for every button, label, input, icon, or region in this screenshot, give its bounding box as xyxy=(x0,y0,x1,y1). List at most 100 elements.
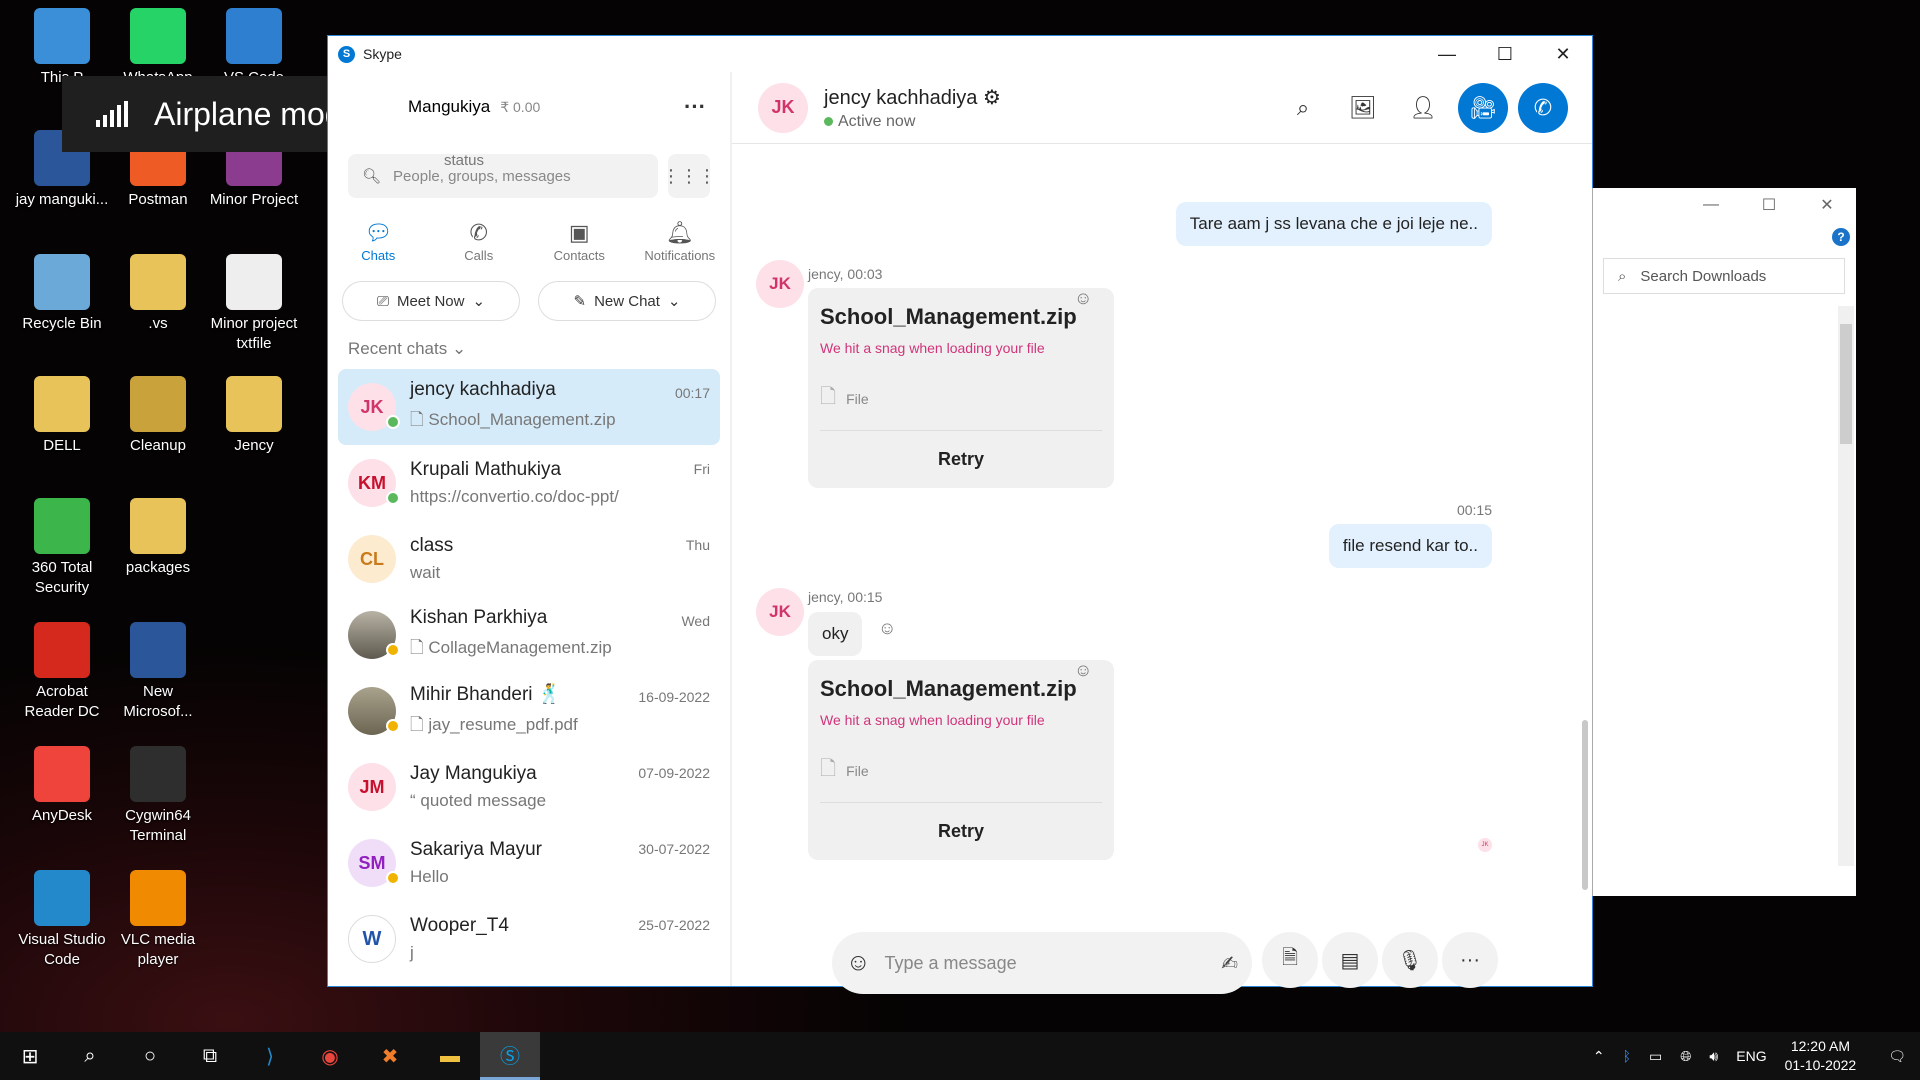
conversation-scrollbar[interactable] xyxy=(1582,720,1588,890)
meet-now-button[interactable]: ⎚ Meet Now ⌄ xyxy=(342,281,520,321)
word-doc-icon xyxy=(130,622,186,678)
profile-status[interactable]: status xyxy=(444,152,484,169)
profile-header[interactable]: Mangukiya ₹ 0.00 status ··· xyxy=(328,72,730,169)
desktop-icon[interactable]: packages xyxy=(110,498,206,578)
search-input[interactable]: 🔍︎ People, groups, messages xyxy=(348,154,658,198)
reaction-icon[interactable]: ☺ xyxy=(1074,660,1092,681)
chat-list-item[interactable]: JM Jay Mangukiya “ quoted message 07-09-202… xyxy=(338,749,720,825)
message-meta: jency, 00:03 xyxy=(808,266,883,282)
sender-avatar[interactable]: JK xyxy=(756,260,804,308)
notifications-icon[interactable]: 🗨︎ xyxy=(1888,1048,1906,1065)
file-explorer-taskbar-icon[interactable]: ▬ xyxy=(420,1032,480,1080)
tab-notifications[interactable]: 🔔︎ Notifications xyxy=(630,220,731,263)
video-call-button[interactable]: 🎥︎ xyxy=(1458,82,1508,133)
chrome-taskbar-icon[interactable]: ◉ xyxy=(300,1032,360,1080)
task-view-icon[interactable]: ⧉ xyxy=(180,1032,240,1080)
chevron-up-icon[interactable]: ⌃ xyxy=(1593,1048,1605,1065)
more-actions-button[interactable]: ··· xyxy=(1442,932,1498,988)
clock[interactable]: 12:20 AM 01-10-2022 xyxy=(1785,1037,1857,1075)
desktop-icon-label: Recycle Bin xyxy=(22,315,102,332)
language-indicator[interactable]: ENG xyxy=(1736,1048,1766,1064)
online-dot xyxy=(824,116,833,126)
desktop-icon[interactable]: DELL xyxy=(14,376,110,456)
desktop-icon[interactable]: New Microsof... xyxy=(110,622,206,722)
maximize-button[interactable]: ☐ xyxy=(1740,188,1798,222)
chat-list-item[interactable]: Mihir Bhanderi 🕺 🗋 jay_resume_pdf.pdf 16-0… xyxy=(338,673,720,749)
desktop-icon[interactable]: Acrobat Reader DC xyxy=(14,622,110,722)
desktop-icon[interactable]: .vs xyxy=(110,254,206,334)
incoming-message[interactable]: oky xyxy=(808,612,863,656)
emoji-icon[interactable]: ☺ xyxy=(846,949,871,977)
desktop-icon[interactable]: 360 Total Security xyxy=(14,498,110,598)
desktop-icon[interactable]: Minor project txtfile xyxy=(206,254,302,354)
reaction-icon[interactable]: ☺ xyxy=(1074,288,1092,309)
gear-icon[interactable]: ⚙ xyxy=(983,87,1001,109)
new-chat-button[interactable]: ✎ New Chat ⌄ xyxy=(538,281,716,321)
close-button[interactable]: ✕ xyxy=(1534,36,1592,72)
profile-credit[interactable]: ₹ 0.00 xyxy=(500,99,540,116)
gallery-icon[interactable]: 🖼︎ xyxy=(1338,83,1388,133)
add-people-icon[interactable]: 👤︎ xyxy=(1398,83,1448,133)
file-card[interactable]: School_Management.zip We hit a snag when… xyxy=(808,288,1114,488)
more-options-icon[interactable]: ··· xyxy=(684,94,706,120)
close-button[interactable]: ✕ xyxy=(1798,188,1856,222)
recent-chats-header[interactable]: Recent chats ⌄ xyxy=(328,321,730,369)
chat-list-item[interactable]: SM Sakariya Mayur Hello 30-07-2022 xyxy=(338,825,720,901)
reaction-icon[interactable]: ☺ xyxy=(878,618,896,639)
quote-icon: “ xyxy=(410,791,421,810)
file-icon: 🗋 xyxy=(410,637,429,657)
desktop-icon[interactable]: Cleanup xyxy=(110,376,206,456)
retry-button[interactable]: Retry xyxy=(820,821,1102,842)
desktop-icon-label: 360 Total Security xyxy=(31,559,93,596)
desktop-icon[interactable]: VLC media player xyxy=(110,870,206,970)
battery-icon[interactable]: ▭ xyxy=(1649,1048,1662,1065)
chat-list-item[interactable]: CL class wait Thu xyxy=(338,521,720,597)
outgoing-message[interactable]: file resend kar to.. xyxy=(1328,524,1492,568)
tab-chats[interactable]: 💬︎ Chats xyxy=(328,220,429,263)
network-globe-icon[interactable]: 🌐︎ xyxy=(1680,1048,1691,1065)
contact-card-button[interactable]: ▤ xyxy=(1322,932,1378,988)
sender-avatar[interactable]: JK xyxy=(756,588,804,636)
minimize-button[interactable]: — xyxy=(1682,188,1740,222)
retry-button[interactable]: Retry xyxy=(820,449,1102,470)
search-icon[interactable]: ⌕ xyxy=(60,1032,120,1080)
outgoing-message[interactable]: Tare aam j ss levana che e joi leje ne.. xyxy=(1175,202,1492,246)
desktop-icon-label: jay manguki... xyxy=(15,191,109,208)
desktop-icon[interactable]: Jency xyxy=(206,376,302,456)
xampp-taskbar-icon[interactable]: ✖ xyxy=(360,1032,420,1080)
composer-placeholder: Type a message xyxy=(884,952,1017,973)
cortana-icon[interactable]: ○ xyxy=(120,1032,180,1080)
broom-icon xyxy=(130,376,186,432)
minimize-button[interactable]: — xyxy=(1418,36,1476,72)
audio-call-button[interactable]: ✆ xyxy=(1518,82,1568,133)
microphone-button[interactable]: 🎙︎ xyxy=(1382,932,1438,988)
maximize-button[interactable]: ☐ xyxy=(1476,36,1534,72)
downloads-scrollbar[interactable] xyxy=(1838,306,1854,866)
vscode-taskbar-icon[interactable]: ⟩ xyxy=(240,1032,300,1080)
contact-name[interactable]: jency kachhadiya xyxy=(824,87,977,109)
send-file-button[interactable]: 🗎 xyxy=(1262,932,1318,988)
skype-taskbar-icon[interactable]: Ⓢ xyxy=(480,1032,540,1080)
tab-contacts[interactable]: ▣ Contacts xyxy=(529,220,630,263)
desktop-icon[interactable]: AnyDesk xyxy=(14,746,110,826)
message-composer[interactable]: ☺ Type a message ✍ xyxy=(832,932,1252,994)
format-icon[interactable]: ✍ xyxy=(1221,951,1238,976)
chat-list-item[interactable]: JK jency kachhadiya 🗋 School_Management.zi… xyxy=(338,369,720,445)
bluetooth-icon[interactable]: ᛒ xyxy=(1623,1048,1631,1064)
chat-list-item[interactable]: Kishan Parkhiya 🗋 CollageManagement.zip We… xyxy=(338,597,720,673)
contact-avatar[interactable]: JK xyxy=(758,82,808,133)
search-icon[interactable]: ⌕ xyxy=(1278,83,1328,133)
desktop-icon[interactable]: Recycle Bin xyxy=(14,254,110,334)
file-card[interactable]: School_Management.zip We hit a snag when… xyxy=(808,660,1114,860)
downloads-search-input[interactable]: ⌕ Search Downloads xyxy=(1603,258,1845,294)
help-button[interactable]: ? xyxy=(1832,228,1850,246)
desktop-icon[interactable]: Visual Studio Code xyxy=(14,870,110,970)
tab-calls[interactable]: ✆ Calls xyxy=(429,220,530,263)
dialpad-button[interactable]: ⋮⋮⋮ xyxy=(662,154,716,198)
volume-icon[interactable]: 🔊︎ xyxy=(1709,1048,1718,1065)
start-button[interactable]: ⊞ xyxy=(0,1032,60,1080)
chat-list-item[interactable]: W Wooper_T4 j 25-07-2022 xyxy=(338,901,720,977)
chat-list-item[interactable]: KM Krupali Mathukiya https://convertio.co/… xyxy=(338,445,720,521)
chat-preview: “ quoted message xyxy=(410,791,720,811)
desktop-icon[interactable]: Cygwin64 Terminal xyxy=(110,746,206,846)
